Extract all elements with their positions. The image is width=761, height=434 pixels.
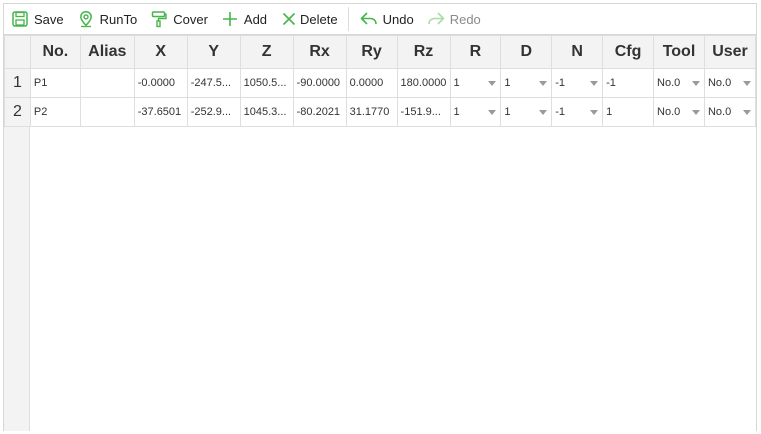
save-button[interactable]: Save — [4, 6, 70, 32]
redo-label: Redo — [449, 11, 481, 27]
cell-alias[interactable] — [79, 97, 135, 127]
cell-y[interactable]: -247.5... — [186, 68, 241, 98]
chevron-down-icon — [488, 109, 497, 115]
header-user[interactable]: User — [703, 35, 757, 69]
cell-x[interactable]: -0.0000 — [133, 68, 188, 98]
delete-label: Delete — [300, 11, 338, 27]
header-x[interactable]: X — [133, 35, 188, 69]
redo-button[interactable]: Redo — [420, 6, 487, 32]
add-label: Add — [243, 11, 268, 27]
points-grid: No. Alias X Y Z Rx Ry Rz R D N Cfg Tool … — [4, 35, 757, 431]
row-number[interactable]: 1 — [4, 68, 31, 98]
undo-button[interactable]: Undo — [353, 6, 420, 32]
cell-rz[interactable]: 180.0000 — [396, 68, 451, 98]
tool-value: No.0 — [657, 106, 681, 118]
chevron-down-icon — [539, 80, 548, 86]
tool-value: No.0 — [657, 77, 681, 89]
toolbar: Save RunTo Cover Add Delete Undo Redo — [4, 4, 756, 35]
cell-tool-select[interactable]: No.0 — [653, 68, 705, 98]
save-icon — [10, 9, 30, 29]
chevron-down-icon — [691, 109, 700, 115]
header-cfg[interactable]: Cfg — [602, 35, 655, 69]
cell-ry[interactable]: 0.0000 — [345, 68, 398, 98]
cell-r-select[interactable]: 1 — [449, 68, 502, 98]
table-row[interactable]: 1 P1 -0.0000 -247.5... 1050.5... -90.000… — [4, 68, 757, 98]
add-button[interactable]: Add — [214, 6, 273, 32]
paint-roller-icon — [149, 9, 169, 29]
plus-icon — [220, 9, 240, 29]
cell-alias[interactable] — [79, 68, 135, 98]
r-value: 1 — [453, 77, 460, 89]
cell-n-select[interactable]: -1 — [551, 97, 604, 127]
user-value: No.0 — [707, 77, 732, 89]
chevron-down-icon — [590, 80, 599, 86]
cell-cfg[interactable]: -1 — [602, 68, 655, 98]
save-label: Save — [34, 11, 64, 27]
runto-button[interactable]: RunTo — [70, 6, 144, 32]
points-table-panel: Save RunTo Cover Add Delete Undo Redo No… — [3, 3, 757, 431]
header-no[interactable]: No. — [29, 35, 81, 69]
header-tool[interactable]: Tool — [653, 35, 705, 69]
redo-arrow-icon — [426, 9, 446, 29]
header-ry[interactable]: Ry — [345, 35, 398, 69]
chevron-down-icon — [488, 80, 497, 86]
cover-label: Cover — [173, 11, 208, 27]
cell-rx[interactable]: -90.0000 — [292, 68, 347, 98]
cover-button[interactable]: Cover — [143, 6, 214, 32]
cell-ry[interactable]: 31.1770 — [345, 97, 398, 127]
header-n[interactable]: N — [551, 35, 604, 69]
cell-no[interactable]: P2 — [29, 97, 81, 127]
row-number[interactable]: 2 — [4, 97, 31, 127]
n-value: -1 — [555, 77, 566, 89]
user-value: No.0 — [707, 106, 732, 118]
header-z[interactable]: Z — [239, 35, 294, 69]
cell-rz[interactable]: -151.9... — [396, 97, 451, 127]
header-row: No. Alias X Y Z Rx Ry Rz R D N Cfg Tool … — [4, 35, 757, 69]
chevron-down-icon — [590, 109, 599, 115]
toolbar-divider — [347, 7, 349, 31]
chevron-down-icon — [539, 109, 548, 115]
header-d[interactable]: D — [500, 35, 553, 69]
n-value: -1 — [555, 106, 566, 118]
header-r[interactable]: R — [449, 35, 502, 69]
cell-no[interactable]: P1 — [29, 68, 81, 98]
corner-cell — [4, 35, 31, 69]
cell-tool-select[interactable]: No.0 — [653, 97, 705, 127]
delete-button[interactable]: Delete — [273, 6, 344, 32]
table-row[interactable]: 2 P2 -37.6501 -252.9... 1045.3... -80.20… — [4, 97, 757, 127]
header-rx[interactable]: Rx — [292, 35, 347, 69]
chevron-down-icon — [743, 109, 751, 115]
cell-user-select[interactable]: No.0 — [703, 97, 757, 127]
location-pin-icon — [76, 9, 96, 29]
cell-y[interactable]: -252.9... — [186, 97, 241, 127]
cell-x[interactable]: -37.6501 — [133, 97, 188, 127]
undo-label: Undo — [382, 11, 414, 27]
cell-n-select[interactable]: -1 — [551, 68, 604, 98]
cell-d-select[interactable]: 1 — [500, 68, 553, 98]
chevron-down-icon — [743, 80, 751, 86]
cell-rx[interactable]: -80.2021 — [292, 97, 347, 127]
cell-r-select[interactable]: 1 — [449, 97, 502, 127]
header-y[interactable]: Y — [186, 35, 241, 69]
header-alias[interactable]: Alias — [79, 35, 135, 69]
cell-cfg[interactable]: 1 — [602, 97, 655, 127]
r-value: 1 — [453, 106, 460, 118]
cell-z[interactable]: 1045.3... — [239, 97, 294, 127]
chevron-down-icon — [691, 80, 700, 86]
cell-user-select[interactable]: No.0 — [703, 68, 757, 98]
d-value: 1 — [504, 106, 511, 118]
header-rz[interactable]: Rz — [396, 35, 451, 69]
points-table: No. Alias X Y Z Rx Ry Rz R D N Cfg Tool … — [4, 35, 757, 127]
d-value: 1 — [504, 77, 511, 89]
cell-d-select[interactable]: 1 — [500, 97, 553, 127]
runto-label: RunTo — [99, 11, 138, 27]
undo-arrow-icon — [359, 9, 379, 29]
cell-z[interactable]: 1050.5... — [239, 68, 294, 98]
x-icon — [279, 9, 299, 29]
